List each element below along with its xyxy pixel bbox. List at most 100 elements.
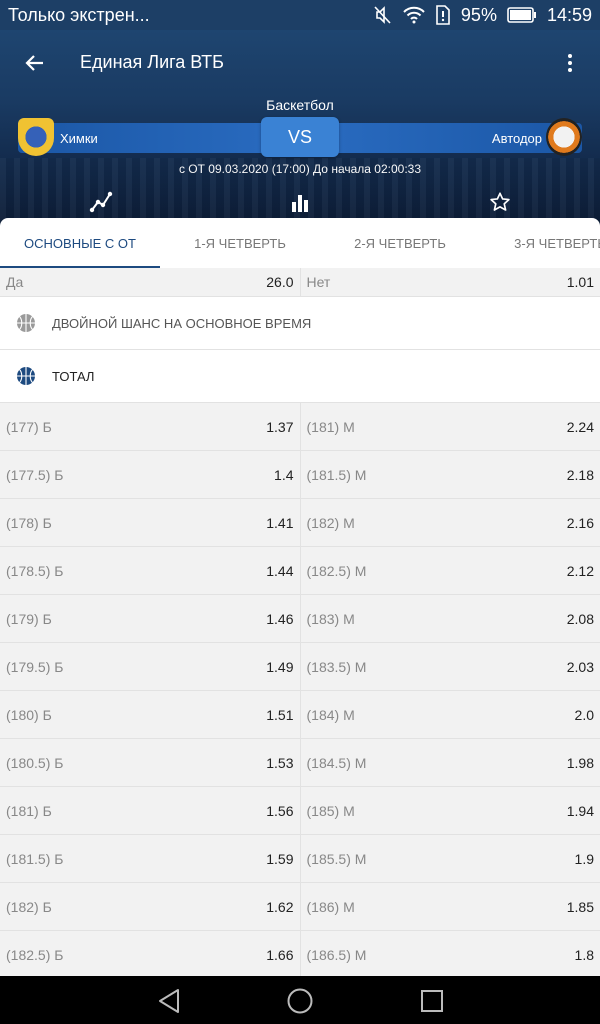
nav-back-button[interactable] — [156, 988, 182, 1014]
back-arrow-icon — [25, 55, 43, 71]
over-odds-cell[interactable]: (182.5) Б 1.66 — [0, 931, 301, 976]
market-tabs: ОСНОВНЫЕ С ОТ 1-Я ЧЕТВЕРТЬ 2-Я ЧЕТВЕРТЬ … — [0, 218, 600, 268]
over-odds: 1.51 — [266, 706, 294, 723]
under-label: (186) М — [306, 898, 355, 915]
nav-home-icon — [287, 988, 313, 1014]
total-row: (181.5) Б 1.59 (185.5) М 1.9 — [0, 835, 600, 883]
over-odds-cell[interactable]: (177.5) Б 1.4 — [0, 451, 301, 498]
star-icon — [490, 192, 510, 211]
over-odds: 1.53 — [266, 754, 294, 771]
tab-main-ot[interactable]: ОСНОВНЫЕ С ОТ — [0, 218, 160, 268]
under-odds-cell[interactable]: (185) М 1.94 — [301, 787, 600, 834]
under-odds: 1.9 — [574, 850, 594, 867]
total-row: (180.5) Б 1.53 (184.5) М 1.98 — [0, 739, 600, 787]
basketball-icon — [17, 367, 35, 385]
over-odds-cell[interactable]: (182) Б 1.62 — [0, 883, 301, 930]
clock: 14:59 — [546, 4, 592, 25]
over-odds: 1.66 — [266, 946, 294, 963]
over-odds-cell[interactable]: (180) Б 1.51 — [0, 691, 301, 738]
under-odds-cell[interactable]: (186.5) М 1.8 — [301, 931, 600, 976]
under-label: (185) М — [306, 802, 355, 819]
sim-alert-icon — [435, 5, 451, 25]
section-title: ТОТАЛ — [52, 368, 95, 384]
total-row: (177) Б 1.37 (181) М 2.24 — [0, 403, 600, 451]
under-odds-cell[interactable]: (181) М 2.24 — [301, 403, 600, 450]
under-odds: 2.18 — [566, 466, 594, 483]
trend-chart-icon — [89, 191, 113, 213]
section-double-chance[interactable]: ДВОЙНОЙ ШАНС НА ОСНОВНОЕ ВРЕМЯ — [0, 297, 600, 350]
odds-row: Да 26.0 Нет 1.01 — [0, 268, 600, 297]
status-notification: Только экстрен... — [8, 4, 150, 25]
over-odds-cell[interactable]: (178.5) Б 1.44 — [0, 547, 301, 594]
over-odds: 1.37 — [266, 418, 294, 435]
over-odds-cell[interactable]: (181.5) Б 1.59 — [0, 835, 301, 882]
match-start-info: с ОТ 09.03.2020 (17:00) До начала 02:00:… — [178, 162, 422, 176]
under-label: (182) М — [306, 514, 355, 531]
over-odds-cell[interactable]: (180.5) Б 1.53 — [0, 739, 301, 786]
odds-label: Да — [6, 274, 24, 290]
section-total[interactable]: ТОТАЛ — [0, 350, 600, 403]
trend-chart-button[interactable] — [88, 190, 114, 214]
under-label: (186.5) М — [306, 946, 367, 963]
stats-button[interactable] — [287, 190, 313, 214]
under-odds: 2.0 — [574, 706, 594, 723]
odds-label: Нет — [306, 274, 331, 290]
total-row: (178.5) Б 1.44 (182.5) М 2.12 — [0, 547, 600, 595]
tab-quarter-2[interactable]: 2-Я ЧЕТВЕРТЬ — [320, 218, 480, 268]
favorite-button[interactable] — [487, 190, 513, 214]
under-odds-cell[interactable]: (181.5) М 2.18 — [301, 451, 600, 498]
over-label: (178.5) Б — [6, 562, 64, 579]
odds-value: 26.0 — [266, 274, 294, 290]
total-row: (182) Б 1.62 (186) М 1.85 — [0, 883, 600, 931]
under-odds-cell[interactable]: (182.5) М 2.12 — [301, 547, 600, 594]
more-vert-icon — [568, 54, 572, 72]
over-label: (181.5) Б — [6, 850, 64, 867]
over-odds-cell[interactable]: (177) Б 1.37 — [0, 403, 301, 450]
odds-cell-no[interactable]: Нет 1.01 — [301, 268, 600, 296]
odds-cell-yes[interactable]: Да 26.0 — [0, 268, 301, 296]
tab-quarter-3[interactable]: 3-Я ЧЕТВЕРТЬ — [480, 218, 600, 268]
page-title: Единая Лига ВТБ — [80, 52, 224, 72]
away-team-name: Автодор — [491, 131, 542, 146]
over-odds: 1.49 — [266, 658, 294, 675]
nav-recent-icon — [421, 990, 443, 1012]
over-label: (179.5) Б — [6, 658, 64, 675]
under-odds-cell[interactable]: (182) М 2.16 — [301, 499, 600, 546]
over-odds: 1.56 — [266, 802, 294, 819]
over-odds-cell[interactable]: (181) Б 1.56 — [0, 787, 301, 834]
under-label: (182.5) М — [306, 562, 367, 579]
over-odds: 1.62 — [266, 898, 294, 915]
under-label: (183.5) М — [306, 658, 367, 675]
over-label: (182) Б — [6, 898, 52, 915]
battery-percent: 95% — [460, 4, 497, 25]
vs-badge: VS — [261, 117, 339, 157]
over-odds-cell[interactable]: (179) Б 1.46 — [0, 595, 301, 642]
home-team-name: Химки — [60, 131, 98, 146]
section-title: ДВОЙНОЙ ШАНС НА ОСНОВНОЕ ВРЕМЯ — [52, 315, 312, 331]
back-button[interactable] — [20, 48, 50, 78]
under-odds-cell[interactable]: (183) М 2.08 — [301, 595, 600, 642]
over-odds-cell[interactable]: (179.5) Б 1.49 — [0, 643, 301, 690]
under-odds-cell[interactable]: (184) М 2.0 — [301, 691, 600, 738]
over-odds: 1.4 — [274, 466, 294, 483]
tab-quarter-1[interactable]: 1-Я ЧЕТВЕРТЬ — [160, 218, 320, 268]
under-odds-cell[interactable]: (185.5) М 1.9 — [301, 835, 600, 882]
under-label: (184) М — [306, 706, 355, 723]
under-odds-cell[interactable]: (184.5) М 1.98 — [301, 739, 600, 786]
under-label: (181.5) М — [306, 466, 367, 483]
over-odds: 1.59 — [266, 850, 294, 867]
sport-label: Баскетбол — [266, 97, 334, 113]
under-odds: 1.8 — [574, 946, 594, 963]
nav-recent-button[interactable] — [419, 988, 445, 1014]
battery-icon — [507, 7, 537, 23]
under-odds: 1.85 — [566, 898, 594, 915]
more-menu-button[interactable] — [560, 48, 580, 78]
over-odds-cell[interactable]: (178) Б 1.41 — [0, 499, 301, 546]
over-label: (182.5) Б — [6, 946, 64, 963]
nav-home-button[interactable] — [287, 988, 313, 1014]
under-odds-cell[interactable]: (183.5) М 2.03 — [301, 643, 600, 690]
over-label: (179) Б — [6, 610, 52, 627]
under-odds: 1.94 — [566, 802, 594, 819]
under-odds-cell[interactable]: (186) М 1.85 — [301, 883, 600, 930]
over-label: (177.5) Б — [6, 466, 64, 483]
